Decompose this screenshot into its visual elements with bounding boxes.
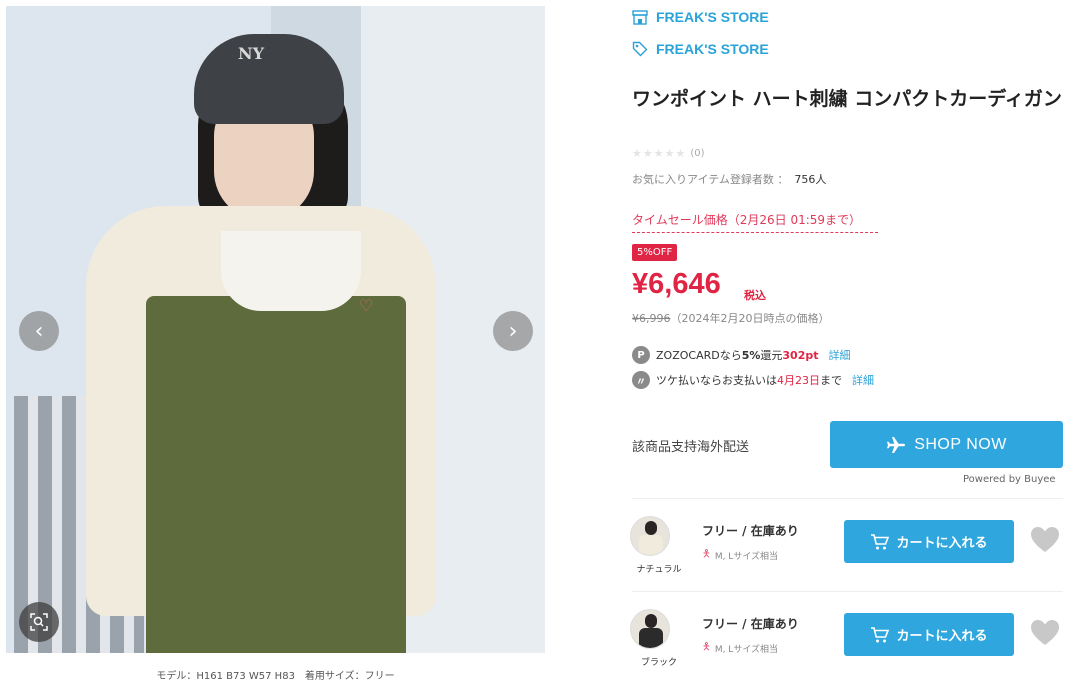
add-to-cart-label: カートに入れる (896, 629, 988, 644)
heart-icon (1031, 527, 1059, 552)
hat-logo: NY (238, 44, 265, 63)
tsuke-detail-link[interactable]: 詳細 (852, 372, 874, 388)
tax-label: 税込 (744, 289, 766, 302)
add-to-cart-button[interactable]: カートに入れる (844, 520, 1014, 563)
tag-icon (632, 41, 648, 57)
person-icon: 🯅 (702, 549, 711, 560)
divider (632, 591, 1063, 592)
zozo-points: 302pt (782, 349, 819, 362)
shop-now-button[interactable]: SHOP NOW (830, 421, 1063, 468)
zoom-icon (30, 613, 48, 631)
variant-thumbnail[interactable] (630, 609, 670, 649)
international-shipping-label: 該商品支持海外配送 (632, 440, 750, 455)
zozocard-text: ZOZOCARDなら5%還元302pt (656, 347, 819, 363)
thumb-head (645, 521, 657, 535)
variant-size-row: 🯅 M, Lサイズ相当 (702, 640, 778, 657)
thumb-body (639, 535, 663, 555)
airplane-icon (887, 436, 906, 453)
tsuke-payment-row: 〃 ツケ払いならお支払いは4月23日まで 詳細 (632, 371, 874, 389)
model-hat (194, 34, 344, 124)
cart-icon (871, 533, 890, 549)
overall (146, 296, 406, 653)
favorite-button[interactable] (1030, 619, 1062, 649)
shop-link-brand[interactable]: FREAK'S STORE (632, 41, 769, 57)
variant-color-name: ブラック (640, 658, 677, 668)
add-to-cart-button[interactable]: カートに入れる (844, 613, 1014, 656)
product-title: ワンポイント ハート刺繍 コンパクトカーディガン (632, 88, 1062, 110)
model-caption: モデル：H161 B73 W57 H83 着用サイズ：フリー (156, 671, 395, 682)
heart-icon (1031, 620, 1059, 645)
star-rating-icon: ★★★★★ (632, 147, 687, 160)
variant-size: M, Lサイズ相当 (714, 645, 779, 655)
add-to-cart-label: カートに入れる (896, 536, 988, 551)
tsuke-suffix: まで (820, 374, 842, 387)
zozo-prefix: ZOZOCARDなら (656, 349, 742, 362)
tsuke-icon: 〃 (632, 371, 650, 389)
favorite-button[interactable] (1030, 526, 1062, 556)
chevron-left-icon: ‹ (34, 318, 44, 344)
favorites-label: お気に入りアイテム登録者数 ： (632, 173, 789, 186)
tsuke-date: 4月23日 (777, 374, 820, 387)
time-sale-label: タイムセール価格（2月26日 01:59まで） (632, 211, 878, 233)
variant-stock: フリー / 在庫あり (702, 617, 799, 631)
rating[interactable]: ★★★★★ (0) (632, 147, 704, 160)
prev-image-button[interactable]: ‹ (19, 311, 59, 351)
discount-badge: 5%OFF (632, 244, 678, 261)
original-price-note: （2024年2月20日時点の価格） (670, 312, 830, 325)
powered-by: Powered by Buyee (963, 474, 1056, 485)
variant-row: ナチュラル フリー / 在庫あり 🯅 M, Lサイズ相当 カートに入れる (630, 510, 1063, 590)
heart-embroidery-icon: ♡ (359, 296, 374, 315)
favorites-count-row: お気に入りアイテム登録者数 ： 756人 (632, 171, 826, 187)
variant-color-name: ナチュラル (636, 565, 682, 575)
zozo-mid: 還元 (760, 349, 783, 362)
person-icon: 🯅 (702, 642, 711, 653)
shop-name: FREAK'S STORE (656, 9, 769, 25)
variant-size: M, Lサイズ相当 (714, 552, 779, 562)
zozocard-detail-link[interactable]: 詳細 (829, 347, 851, 363)
zozocard-point-row: P ZOZOCARDなら5%還元302pt 詳細 (632, 346, 851, 364)
thumb-body (639, 628, 663, 648)
variant-thumbnail[interactable] (630, 516, 670, 556)
zoom-button[interactable] (19, 602, 59, 642)
sale-price: ¥6,646 (632, 268, 721, 300)
divider (632, 498, 1063, 499)
review-count: (0) (690, 148, 705, 159)
chevron-right-icon: › (508, 318, 518, 344)
original-price: ¥6,996 (632, 312, 671, 325)
variant-row: ブラック フリー / 在庫あり 🯅 M, Lサイズ相当 カートに入れる (630, 603, 1063, 683)
brand-name: FREAK'S STORE (656, 41, 769, 57)
tsuke-prefix: ツケ払いならお支払いは (656, 374, 777, 387)
variant-stock: フリー / 在庫あり (702, 524, 799, 538)
cart-icon (871, 626, 890, 642)
product-image[interactable]: NY ♡ (6, 6, 545, 653)
inner-shirt (221, 231, 361, 311)
tsuke-text: ツケ払いならお支払いは4月23日まで (656, 372, 842, 388)
point-icon: P (632, 346, 650, 364)
thumb-head (645, 614, 657, 628)
next-image-button[interactable]: › (493, 311, 533, 351)
shop-icon (632, 9, 648, 25)
shop-link-store[interactable]: FREAK'S STORE (632, 9, 769, 25)
shop-now-label: SHOP NOW (914, 435, 1007, 453)
original-price-row: ¥6,996（2024年2月20日時点の価格） (632, 310, 830, 326)
variant-size-row: 🯅 M, Lサイズ相当 (702, 547, 778, 564)
favorites-count: 756人 (794, 173, 827, 186)
zozo-rate: 5% (741, 349, 761, 362)
